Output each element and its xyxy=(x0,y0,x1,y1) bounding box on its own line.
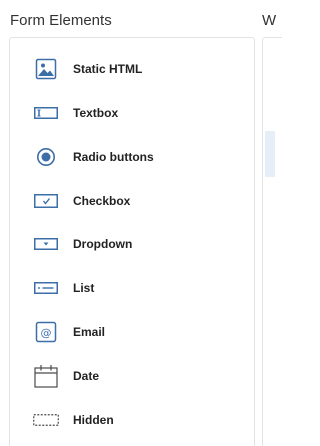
form-element-static-html[interactable]: Static HTML xyxy=(10,47,254,91)
right-section-title: W xyxy=(262,12,277,29)
form-element-checkbox[interactable]: Checkbox xyxy=(10,179,254,223)
form-element-radio-buttons[interactable]: Radio buttons xyxy=(10,135,254,179)
checkbox-icon xyxy=(30,187,62,215)
form-element-label: Date xyxy=(73,369,100,383)
workspace-selection-highlight xyxy=(265,131,275,177)
dropdown-icon xyxy=(30,230,62,258)
image-icon xyxy=(30,55,62,83)
calendar-icon xyxy=(30,362,62,390)
form-element-label: Radio buttons xyxy=(73,150,154,164)
form-element-email[interactable]: @ Email xyxy=(10,310,254,354)
list-icon xyxy=(30,274,62,302)
form-element-hidden[interactable]: Hidden xyxy=(10,398,254,442)
textbox-icon xyxy=(30,99,62,127)
form-element-label: List xyxy=(73,281,95,295)
hidden-icon xyxy=(30,406,62,434)
form-elements-window: Form Elements W Static HTML Textbox Radi… xyxy=(0,0,282,446)
section-title: Form Elements xyxy=(10,12,112,29)
form-element-label: Dropdown xyxy=(73,237,133,251)
workspace-panel xyxy=(262,37,282,446)
form-element-label: Static HTML xyxy=(73,62,143,76)
form-element-label: Email xyxy=(73,325,106,339)
form-element-label: Textbox xyxy=(73,106,119,120)
svg-text:@: @ xyxy=(41,327,52,340)
form-element-date[interactable]: Date xyxy=(10,354,254,398)
radio-icon xyxy=(30,143,62,171)
form-element-dropdown[interactable]: Dropdown xyxy=(10,222,254,266)
form-element-label: Checkbox xyxy=(73,194,131,208)
form-element-label: Hidden xyxy=(73,413,114,427)
form-element-textbox[interactable]: Textbox xyxy=(10,91,254,135)
form-element-list[interactable]: List xyxy=(10,266,254,310)
email-icon: @ xyxy=(30,318,62,346)
